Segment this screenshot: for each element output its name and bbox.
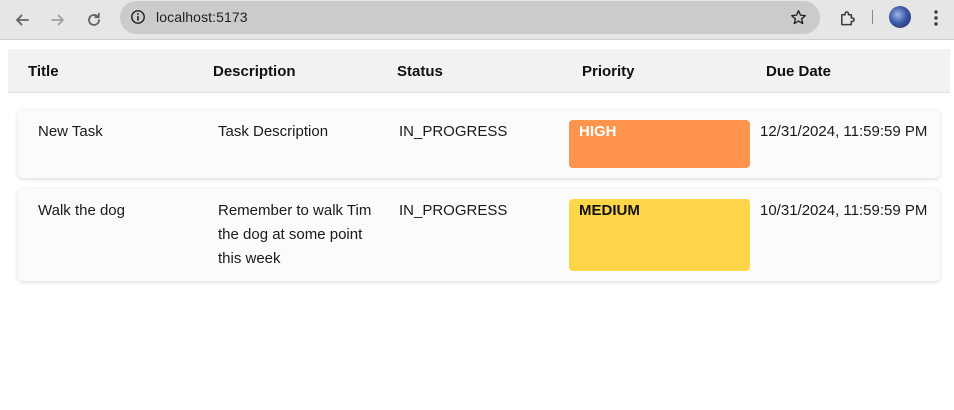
priority-badge: HIGH	[569, 120, 750, 168]
header-due-date: Due Date	[766, 63, 832, 80]
header-description: Description	[213, 63, 296, 80]
reload-icon	[88, 12, 100, 26]
arrow-left-icon	[16, 14, 29, 26]
task-status: IN_PROGRESS	[399, 123, 508, 140]
task-table-page: Title Description Status Priority Due Da…	[0, 40, 954, 410]
arrow-right-icon	[51, 14, 64, 26]
task-row[interactable]: New Task Task Description IN_PROGRESS HI…	[18, 110, 940, 178]
task-due-date: 12/31/2024, 11:59:59 PM	[760, 123, 928, 140]
task-description: Task Description	[218, 123, 329, 140]
task-status: IN_PROGRESS	[399, 202, 508, 219]
task-description: Remember to walk Tim the dog at some poi…	[218, 202, 372, 267]
back-button[interactable]	[7, 5, 37, 35]
header-priority: Priority	[582, 63, 635, 80]
task-row[interactable]: Walk the dog Remember to walk Tim the do…	[18, 189, 940, 281]
task-title: Walk the dog	[38, 202, 125, 219]
star-icon[interactable]	[788, 7, 808, 27]
kebab-menu-icon[interactable]	[926, 6, 946, 30]
browser-toolbar: localhost:5173	[0, 0, 954, 40]
forward-button[interactable]	[43, 5, 73, 35]
profile-avatar[interactable]	[889, 6, 911, 28]
reload-button[interactable]	[79, 5, 109, 35]
table-header: Title Description Status Priority Due Da…	[8, 49, 950, 93]
info-icon[interactable]	[128, 7, 148, 27]
header-title: Title	[28, 63, 59, 80]
task-due-date: 10/31/2024, 11:59:59 PM	[760, 202, 928, 219]
task-title: New Task	[38, 123, 103, 140]
address-bar[interactable]: localhost:5173	[120, 1, 820, 34]
puzzle-icon[interactable]	[835, 6, 859, 30]
toolbar-divider	[872, 10, 873, 24]
priority-badge: MEDIUM	[569, 199, 750, 271]
url-text[interactable]: localhost:5173	[156, 9, 248, 25]
header-status: Status	[397, 63, 443, 80]
